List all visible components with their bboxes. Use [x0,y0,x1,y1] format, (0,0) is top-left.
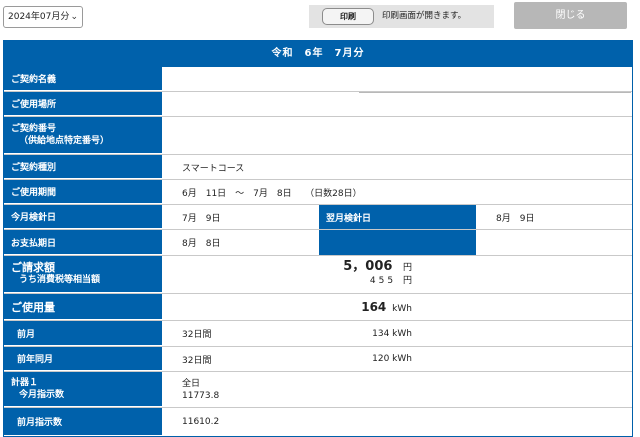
month-select-value: 2024年07月分 [8,12,70,22]
divider [359,92,631,93]
label-pay-date: お支払期日 [4,230,162,255]
label-contract-name: ご契約名義 [4,67,162,91]
label-next-meter-date: 翌月検針日 [319,205,476,229]
tax-amount: 455 [369,276,397,286]
billing-statement: 令和 6年 7月分 ご契約名義 ご使用場所 ご契約番号 （供給地点特定番号） ご… [3,40,633,437]
label-billing: ご請求額 うち消費税等相当額 [4,256,162,293]
label-meter-date: 今月検針日 [4,205,162,229]
value-prev-month-days: 32日間 [182,330,212,340]
row-pay-date: お支払期日 8月 8日 [4,230,632,256]
value-meter1-type: 全日 [182,378,201,389]
label-prev-reading: 前月指示数 [4,408,162,436]
row-meter1: 計器１ 今月指示数 全日 11773.8 [4,372,632,408]
label-contract-no: ご契約番号 （供給地点特定番号） [4,117,162,154]
row-location: ご使用場所 [4,92,632,117]
row-contract-type: ご契約種別 スマートコース [4,155,632,180]
blank-blue-cell [319,230,476,255]
label-prev-year: 前年同月 [4,347,162,371]
value-meter-date: 7月 9日 [182,213,221,224]
chevron-down-icon: ⌄ [70,12,78,22]
value-prev-reading: 11610.2 [182,417,220,427]
print-note: 印刷画面が開きます。 [382,11,467,21]
value-contract-type: スマートコース [182,163,245,174]
billing-unit: 円 [402,263,412,273]
row-prev-month: 前月 32日間 134 kWh [4,321,632,347]
label-meter1-main: 計器１ [11,378,39,388]
value-pay-date: 8月 8日 [182,239,221,249]
value-prev-month-usage: 134 kWh [372,328,412,339]
row-prev-reading: 前月指示数 11610.2 [4,408,632,436]
label-billing-sub: うち消費税等相当額 [19,275,101,285]
label-billing-main: ご請求額 [11,261,55,274]
row-period: ご使用期間 6月 11日 ～ 7月 8日 （日数28日） [4,180,632,205]
value-next-meter-date: 8月 9日 [496,213,535,224]
usage-amount: 164 [361,300,387,314]
row-contract-name: ご契約名義 [4,67,632,92]
month-select[interactable]: 2024年07月分 ⌄ [3,6,83,28]
label-location: ご使用場所 [4,92,162,116]
print-panel: 印刷 印刷画面が開きます。 [309,5,494,28]
row-prev-year: 前年同月 32日間 120 kWh [4,347,632,372]
statement-title: 令和 6年 7月分 [4,41,632,67]
label-contract-no-main: ご契約番号 [11,124,57,134]
toolbar: 2024年07月分 ⌄ 印刷 印刷画面が開きます。 閉じる [0,0,640,36]
billing-amount: 5，006 [343,259,393,274]
usage-unit: kWh [392,304,412,314]
label-usage: ご使用量 [4,294,162,320]
label-contract-no-sub: （供給地点特定番号） [19,136,110,146]
label-period: ご使用期間 [4,180,162,204]
row-meter-date: 今月検針日 7月 9日 翌月検針日 8月 9日 [4,205,632,230]
label-contract-type: ご契約種別 [4,155,162,179]
row-billing: ご請求額 うち消費税等相当額 5，006 円 455 円 [4,256,632,294]
value-prev-year-days: 32日間 [182,355,212,366]
print-button[interactable]: 印刷 [322,8,374,25]
label-meter1-sub: 今月指示数 [19,390,65,400]
label-usage-main: ご使用量 [11,300,55,314]
label-prev-month: 前月 [4,321,162,346]
value-period: 6月 11日 ～ 7月 8日 （日数28日） [182,188,362,199]
value-meter1-reading: 11773.8 [182,390,220,401]
row-contract-no: ご契約番号 （供給地点特定番号） [4,117,632,155]
value-prev-year-usage: 120 kWh [372,354,412,364]
row-usage: ご使用量 164 kWh [4,294,632,321]
close-button[interactable]: 閉じる [514,2,627,29]
tax-unit: 円 [402,276,412,286]
label-meter1: 計器１ 今月指示数 [4,372,162,407]
